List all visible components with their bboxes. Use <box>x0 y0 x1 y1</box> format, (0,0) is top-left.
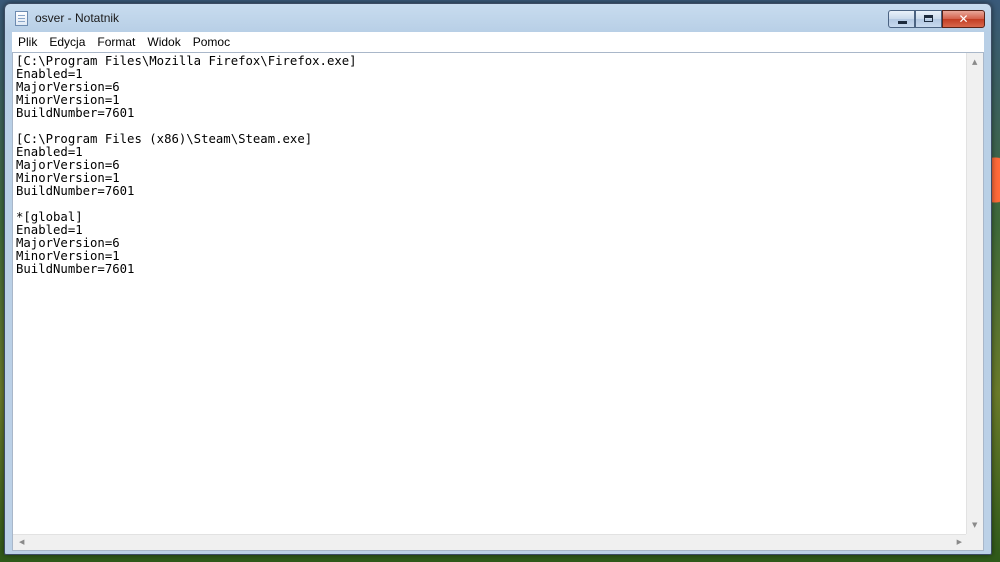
text-line: Enabled=1 <box>16 67 83 81</box>
horizontal-scrollbar[interactable]: ◀ ▶ <box>13 534 968 550</box>
scroll-right-icon[interactable]: ▶ <box>957 539 962 546</box>
text-line: MajorVersion=6 <box>16 158 120 172</box>
text-line: Enabled=1 <box>16 145 83 159</box>
text-line: [C:\Program Files\Mozilla Firefox\Firefo… <box>16 54 357 68</box>
text-line: MajorVersion=6 <box>16 80 120 94</box>
notepad-window: osver - Notatnik ✕ Plik Edycja Format Wi… <box>4 3 992 555</box>
minimize-button[interactable] <box>888 10 915 28</box>
scroll-left-icon[interactable]: ◀ <box>19 539 24 546</box>
menu-item-pomoc[interactable]: Pomoc <box>187 32 236 52</box>
maximize-icon <box>924 15 933 22</box>
maximize-button[interactable] <box>915 10 942 28</box>
menu-item-plik[interactable]: Plik <box>12 32 43 52</box>
scroll-up-icon[interactable]: ▲ <box>972 59 977 66</box>
close-button[interactable]: ✕ <box>942 10 985 28</box>
text-line: [C:\Program Files (x86)\Steam\Steam.exe] <box>16 132 313 146</box>
text-line: MinorVersion=1 <box>16 93 120 107</box>
menu-item-format[interactable]: Format <box>91 32 141 52</box>
vertical-scrollbar[interactable]: ▲ ▼ <box>966 53 983 535</box>
scrollbar-corner <box>966 534 983 550</box>
text-line: BuildNumber=7601 <box>16 184 135 198</box>
text-editor[interactable]: [C:\Program Files\Mozilla Firefox\Firefo… <box>13 53 968 535</box>
text-line: MajorVersion=6 <box>16 236 120 250</box>
text-line <box>16 198 968 211</box>
menu-item-edycja[interactable]: Edycja <box>43 32 91 52</box>
window-title: osver - Notatnik <box>35 11 120 25</box>
scroll-down-icon[interactable]: ▼ <box>972 522 977 529</box>
menu-item-widok[interactable]: Widok <box>141 32 186 52</box>
minimize-icon <box>898 21 907 24</box>
text-line: MinorVersion=1 <box>16 249 120 263</box>
text-line: *[global] <box>16 210 83 224</box>
menu-bar: Plik Edycja Format Widok Pomoc <box>12 32 984 53</box>
text-line: BuildNumber=7601 <box>16 262 135 276</box>
editor-frame: [C:\Program Files\Mozilla Firefox\Firefo… <box>12 52 984 551</box>
text-line: BuildNumber=7601 <box>16 106 135 120</box>
title-bar[interactable]: osver - Notatnik ✕ <box>5 4 991 32</box>
notepad-icon[interactable] <box>15 11 28 26</box>
caption-buttons: ✕ <box>888 10 985 28</box>
close-icon: ✕ <box>958 12 969 26</box>
text-line: Enabled=1 <box>16 223 83 237</box>
text-line: MinorVersion=1 <box>16 171 120 185</box>
